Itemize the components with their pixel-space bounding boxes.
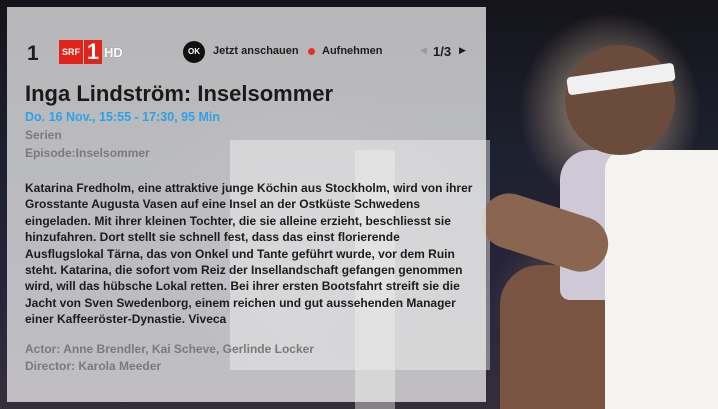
program-description: Katarina Fredholm, eine attraktive junge… xyxy=(25,181,473,327)
record-dot-icon xyxy=(308,48,315,55)
tv-screen: 1 SRF 1 HD OK Jetzt anschauen Aufnehmen … xyxy=(0,0,718,409)
program-title: Inga Lindström: Inselsommer xyxy=(25,81,334,106)
ok-key-icon[interactable]: OK xyxy=(183,41,205,63)
next-page-arrow-icon[interactable]: ▶ xyxy=(459,45,466,56)
watch-now-button[interactable]: Jetzt anschauen xyxy=(213,45,299,57)
video-player-head xyxy=(565,45,675,155)
channel-number: 1 xyxy=(27,42,39,65)
program-time: Do. 16 Nov., 15:55 - 17:30, 95 Min xyxy=(25,110,220,124)
page-indicator: 1/3 xyxy=(433,44,452,59)
channel-logo-srf: SRF xyxy=(59,40,83,64)
previous-page-arrow-icon[interactable]: ◀ xyxy=(420,45,427,56)
channel-logo-hd: HD xyxy=(104,44,123,60)
program-director: Director: Karola Meeder xyxy=(25,359,162,373)
record-button[interactable]: Aufnehmen xyxy=(322,45,383,57)
video-towel xyxy=(605,150,718,409)
program-actors: Actor: Anne Brendler, Kai Scheve, Gerlin… xyxy=(25,342,314,356)
program-genre: Serien xyxy=(25,128,62,142)
program-episode: Episode:Inselsommer xyxy=(25,146,150,160)
channel-logo: SRF 1 HD xyxy=(59,40,123,64)
channel-logo-one: 1 xyxy=(84,40,102,64)
